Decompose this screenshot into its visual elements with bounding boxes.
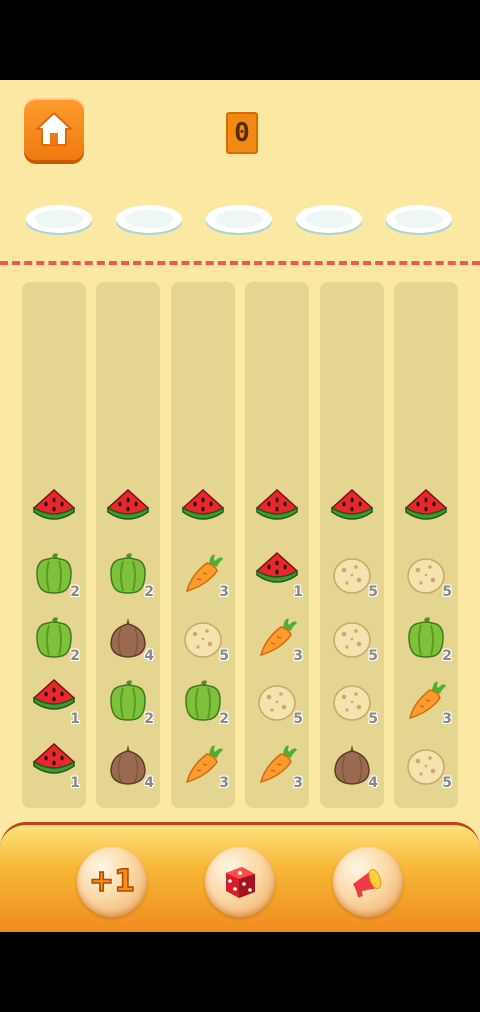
pepper-tile[interactable]: 2 bbox=[102, 676, 154, 728]
tile-count: 1 bbox=[70, 711, 80, 727]
tile-count: 1 bbox=[293, 584, 303, 600]
carrot-tile[interactable]: 3 bbox=[177, 549, 229, 601]
item-column[interactable]: 5 5 5 4 bbox=[320, 282, 384, 808]
shuffle-button[interactable] bbox=[205, 847, 275, 917]
score-display: 0 bbox=[226, 112, 258, 154]
carrot-tile[interactable]: 3 bbox=[177, 740, 229, 792]
tile-count: 5 bbox=[293, 711, 303, 727]
tile-count: 2 bbox=[70, 584, 80, 600]
watermelon-tile[interactable] bbox=[326, 486, 378, 538]
megaphone-icon bbox=[353, 868, 382, 898]
watermelon-tile[interactable] bbox=[28, 486, 80, 538]
score-value: 0 bbox=[234, 118, 250, 148]
watermelon-icon bbox=[255, 488, 299, 520]
watermelon-tile[interactable]: 1 bbox=[28, 740, 80, 792]
plate-slot[interactable] bbox=[115, 204, 183, 236]
carrot-tile[interactable]: 3 bbox=[400, 676, 452, 728]
tile-count: 3 bbox=[219, 775, 229, 791]
tile-count: 5 bbox=[442, 775, 452, 791]
pepper-tile[interactable]: 2 bbox=[28, 549, 80, 601]
dashed-limit-line bbox=[0, 261, 480, 265]
plate-slot[interactable] bbox=[385, 204, 453, 236]
tile-count: 2 bbox=[144, 711, 154, 727]
watermelon-tile[interactable] bbox=[251, 486, 303, 538]
tile-count: 5 bbox=[442, 584, 452, 600]
add-slot-label: +1 bbox=[88, 864, 136, 899]
watermelon-icon bbox=[330, 488, 374, 520]
watermelon-tile[interactable] bbox=[177, 486, 229, 538]
tile-count: 4 bbox=[144, 775, 154, 791]
onion-tile[interactable]: 4 bbox=[102, 740, 154, 792]
house-icon bbox=[36, 112, 72, 146]
plate-slot[interactable] bbox=[25, 204, 93, 236]
carrot-tile[interactable]: 3 bbox=[251, 613, 303, 665]
tile-count: 2 bbox=[219, 711, 229, 727]
pepper-tile[interactable]: 2 bbox=[28, 613, 80, 665]
watermelon-tile[interactable]: 1 bbox=[251, 549, 303, 601]
item-column[interactable]: 2 2 1 1 bbox=[22, 282, 86, 808]
home-button[interactable] bbox=[24, 98, 84, 160]
tile-count: 2 bbox=[144, 584, 154, 600]
tile-count: 3 bbox=[293, 775, 303, 791]
tile-count: 3 bbox=[442, 711, 452, 727]
tile-count: 3 bbox=[293, 648, 303, 664]
item-column[interactable]: 1 3 5 3 bbox=[245, 282, 309, 808]
watermelon-tile[interactable] bbox=[102, 486, 154, 538]
item-column[interactable]: 2 4 2 4 bbox=[96, 282, 160, 808]
add-slot-button[interactable]: +1 bbox=[77, 847, 147, 917]
tile-count: 5 bbox=[219, 648, 229, 664]
watermelon-icon bbox=[106, 488, 150, 520]
game-board: 0 2 2 1 1 2 4 2 4 3 5 2 3 1 3 5 3 5 5 5 4 5 2 3 5 +1 bbox=[0, 80, 480, 932]
hint-button[interactable] bbox=[333, 847, 403, 917]
watermelon-icon bbox=[32, 488, 76, 520]
tile-count: 5 bbox=[368, 584, 378, 600]
tile-count: 1 bbox=[70, 775, 80, 791]
tile-count: 2 bbox=[442, 648, 452, 664]
watermelon-icon bbox=[404, 488, 448, 520]
plate-row bbox=[0, 204, 480, 240]
potato-tile[interactable]: 5 bbox=[251, 676, 303, 728]
tile-count: 2 bbox=[70, 648, 80, 664]
plate-slot[interactable] bbox=[205, 204, 273, 236]
onion-tile[interactable]: 4 bbox=[102, 613, 154, 665]
potato-tile[interactable]: 5 bbox=[400, 740, 452, 792]
dice-icon bbox=[226, 867, 255, 898]
potato-tile[interactable]: 5 bbox=[326, 549, 378, 601]
pepper-tile[interactable]: 2 bbox=[102, 549, 154, 601]
tile-count: 3 bbox=[219, 584, 229, 600]
watermelon-icon bbox=[181, 488, 225, 520]
onion-tile[interactable]: 4 bbox=[326, 740, 378, 792]
tile-count: 4 bbox=[144, 648, 154, 664]
pepper-tile[interactable]: 2 bbox=[400, 613, 452, 665]
item-column[interactable]: 5 2 3 5 bbox=[394, 282, 458, 808]
tile-count: 5 bbox=[368, 711, 378, 727]
tile-count: 4 bbox=[368, 775, 378, 791]
potato-tile[interactable]: 5 bbox=[326, 613, 378, 665]
tile-count: 5 bbox=[368, 648, 378, 664]
item-columns: 2 2 1 1 2 4 2 4 3 5 2 3 1 3 5 3 5 5 5 4 5 2 3 5 bbox=[0, 282, 480, 808]
plate-slot[interactable] bbox=[295, 204, 363, 236]
carrot-tile[interactable]: 3 bbox=[251, 740, 303, 792]
watermelon-tile[interactable] bbox=[400, 486, 452, 538]
potato-tile[interactable]: 5 bbox=[400, 549, 452, 601]
watermelon-tile[interactable]: 1 bbox=[28, 676, 80, 728]
potato-tile[interactable]: 5 bbox=[177, 613, 229, 665]
item-column[interactable]: 3 5 2 3 bbox=[171, 282, 235, 808]
potato-tile[interactable]: 5 bbox=[326, 676, 378, 728]
pepper-tile[interactable]: 2 bbox=[177, 676, 229, 728]
powerup-bar: +1 bbox=[0, 822, 480, 932]
